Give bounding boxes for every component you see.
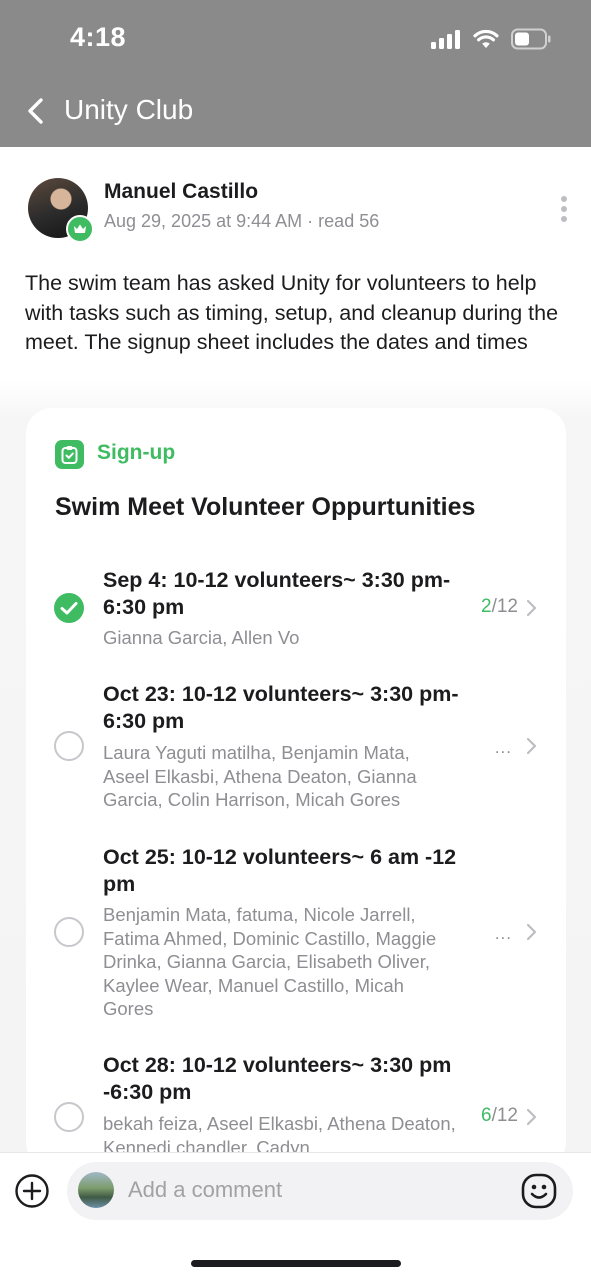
slot-volunteers: Laura Yaguti matilha, Benjamin Mata, Ase… bbox=[103, 742, 417, 810]
signup-slot[interactable]: Oct 23: 10-12 volunteers~ 3:30 pm-6:30 p… bbox=[26, 680, 566, 815]
checked-circle-icon[interactable] bbox=[54, 593, 84, 623]
post-meta: Aug 29, 2025 at 9:44 AM · read 56 bbox=[104, 211, 379, 232]
empty-circle-icon[interactable] bbox=[54, 1102, 84, 1132]
slot-more-indicator: ... bbox=[494, 924, 512, 943]
user-avatar bbox=[78, 1172, 114, 1208]
slot-title: Oct 23: 10-12 volunteers~ 3:30 pm-6:30 p… bbox=[103, 682, 459, 733]
slot-title: Oct 25: 10-12 volunteers~ 6 am -12 pm bbox=[103, 845, 457, 896]
home-indicator bbox=[191, 1260, 401, 1267]
slot-volunteers: bekah feiza, Aseel Elkasbi, Athena Deato… bbox=[103, 1113, 456, 1152]
top-bar: 4:18 Unity Club bbox=[0, 0, 591, 147]
signal-icon bbox=[431, 30, 460, 49]
read-count: read 56 bbox=[318, 211, 380, 231]
slot-filled-count: 6 bbox=[481, 1105, 492, 1126]
wifi-icon bbox=[473, 29, 499, 48]
chevron-right-icon bbox=[526, 1108, 537, 1126]
slot-capacity: /12 bbox=[491, 596, 518, 617]
signup-slot[interactable]: Sep 4: 10-12 volunteers~ 3:30 pm-6:30 pm… bbox=[26, 565, 566, 655]
chevron-right-icon bbox=[526, 599, 537, 617]
post-date: Aug 29, 2025 at 9:44 AM bbox=[104, 211, 303, 231]
back-chevron-icon[interactable] bbox=[24, 96, 48, 126]
slot-filled-count: 2 bbox=[481, 596, 492, 617]
admin-badge-icon bbox=[66, 215, 94, 243]
chevron-right-icon bbox=[526, 923, 537, 941]
slot-volunteers: Benjamin Mata, fatuma, Nicole Jarrell, F… bbox=[103, 904, 437, 1019]
empty-circle-icon[interactable] bbox=[54, 917, 84, 947]
slot-capacity: /12 bbox=[491, 1105, 518, 1126]
chevron-right-icon bbox=[526, 737, 537, 755]
signup-title: Swim Meet Volunteer Oppurtunities bbox=[55, 493, 476, 521]
empty-circle-icon[interactable] bbox=[54, 731, 84, 761]
slot-count: 2/12 bbox=[481, 596, 518, 618]
signup-slot[interactable]: Oct 25: 10-12 volunteers~ 6 am -12 pm Be… bbox=[26, 843, 566, 1023]
slot-title: Oct 28: 10-12 volunteers~ 3:30 pm -6:30 … bbox=[103, 1053, 452, 1104]
author-name[interactable]: Manuel Castillo bbox=[104, 180, 258, 204]
status-icons bbox=[431, 26, 551, 52]
add-circle-icon[interactable] bbox=[14, 1173, 50, 1209]
signup-label: Sign-up bbox=[97, 441, 176, 464]
status-time: 4:18 bbox=[70, 22, 127, 52]
signup-slot[interactable]: Oct 28: 10-12 volunteers~ 3:30 pm -6:30 … bbox=[26, 1051, 566, 1152]
page-title: Unity Club bbox=[64, 94, 194, 125]
meta-separator: · bbox=[307, 211, 319, 231]
battery-icon bbox=[511, 28, 551, 50]
slot-more-indicator: ... bbox=[494, 738, 512, 757]
comment-placeholder: Add a comment bbox=[128, 1177, 283, 1202]
clipboard-check-icon bbox=[55, 440, 84, 469]
emoji-icon[interactable] bbox=[520, 1172, 558, 1210]
slot-title: Sep 4: 10-12 volunteers~ 3:30 pm-6:30 pm bbox=[103, 568, 451, 619]
post-body: The swim team has asked Unity for volunt… bbox=[25, 271, 559, 354]
more-options-icon[interactable] bbox=[555, 194, 573, 224]
slot-volunteers: Gianna Garcia, Allen Vo bbox=[103, 627, 300, 648]
slot-count: 6/12 bbox=[481, 1105, 518, 1127]
